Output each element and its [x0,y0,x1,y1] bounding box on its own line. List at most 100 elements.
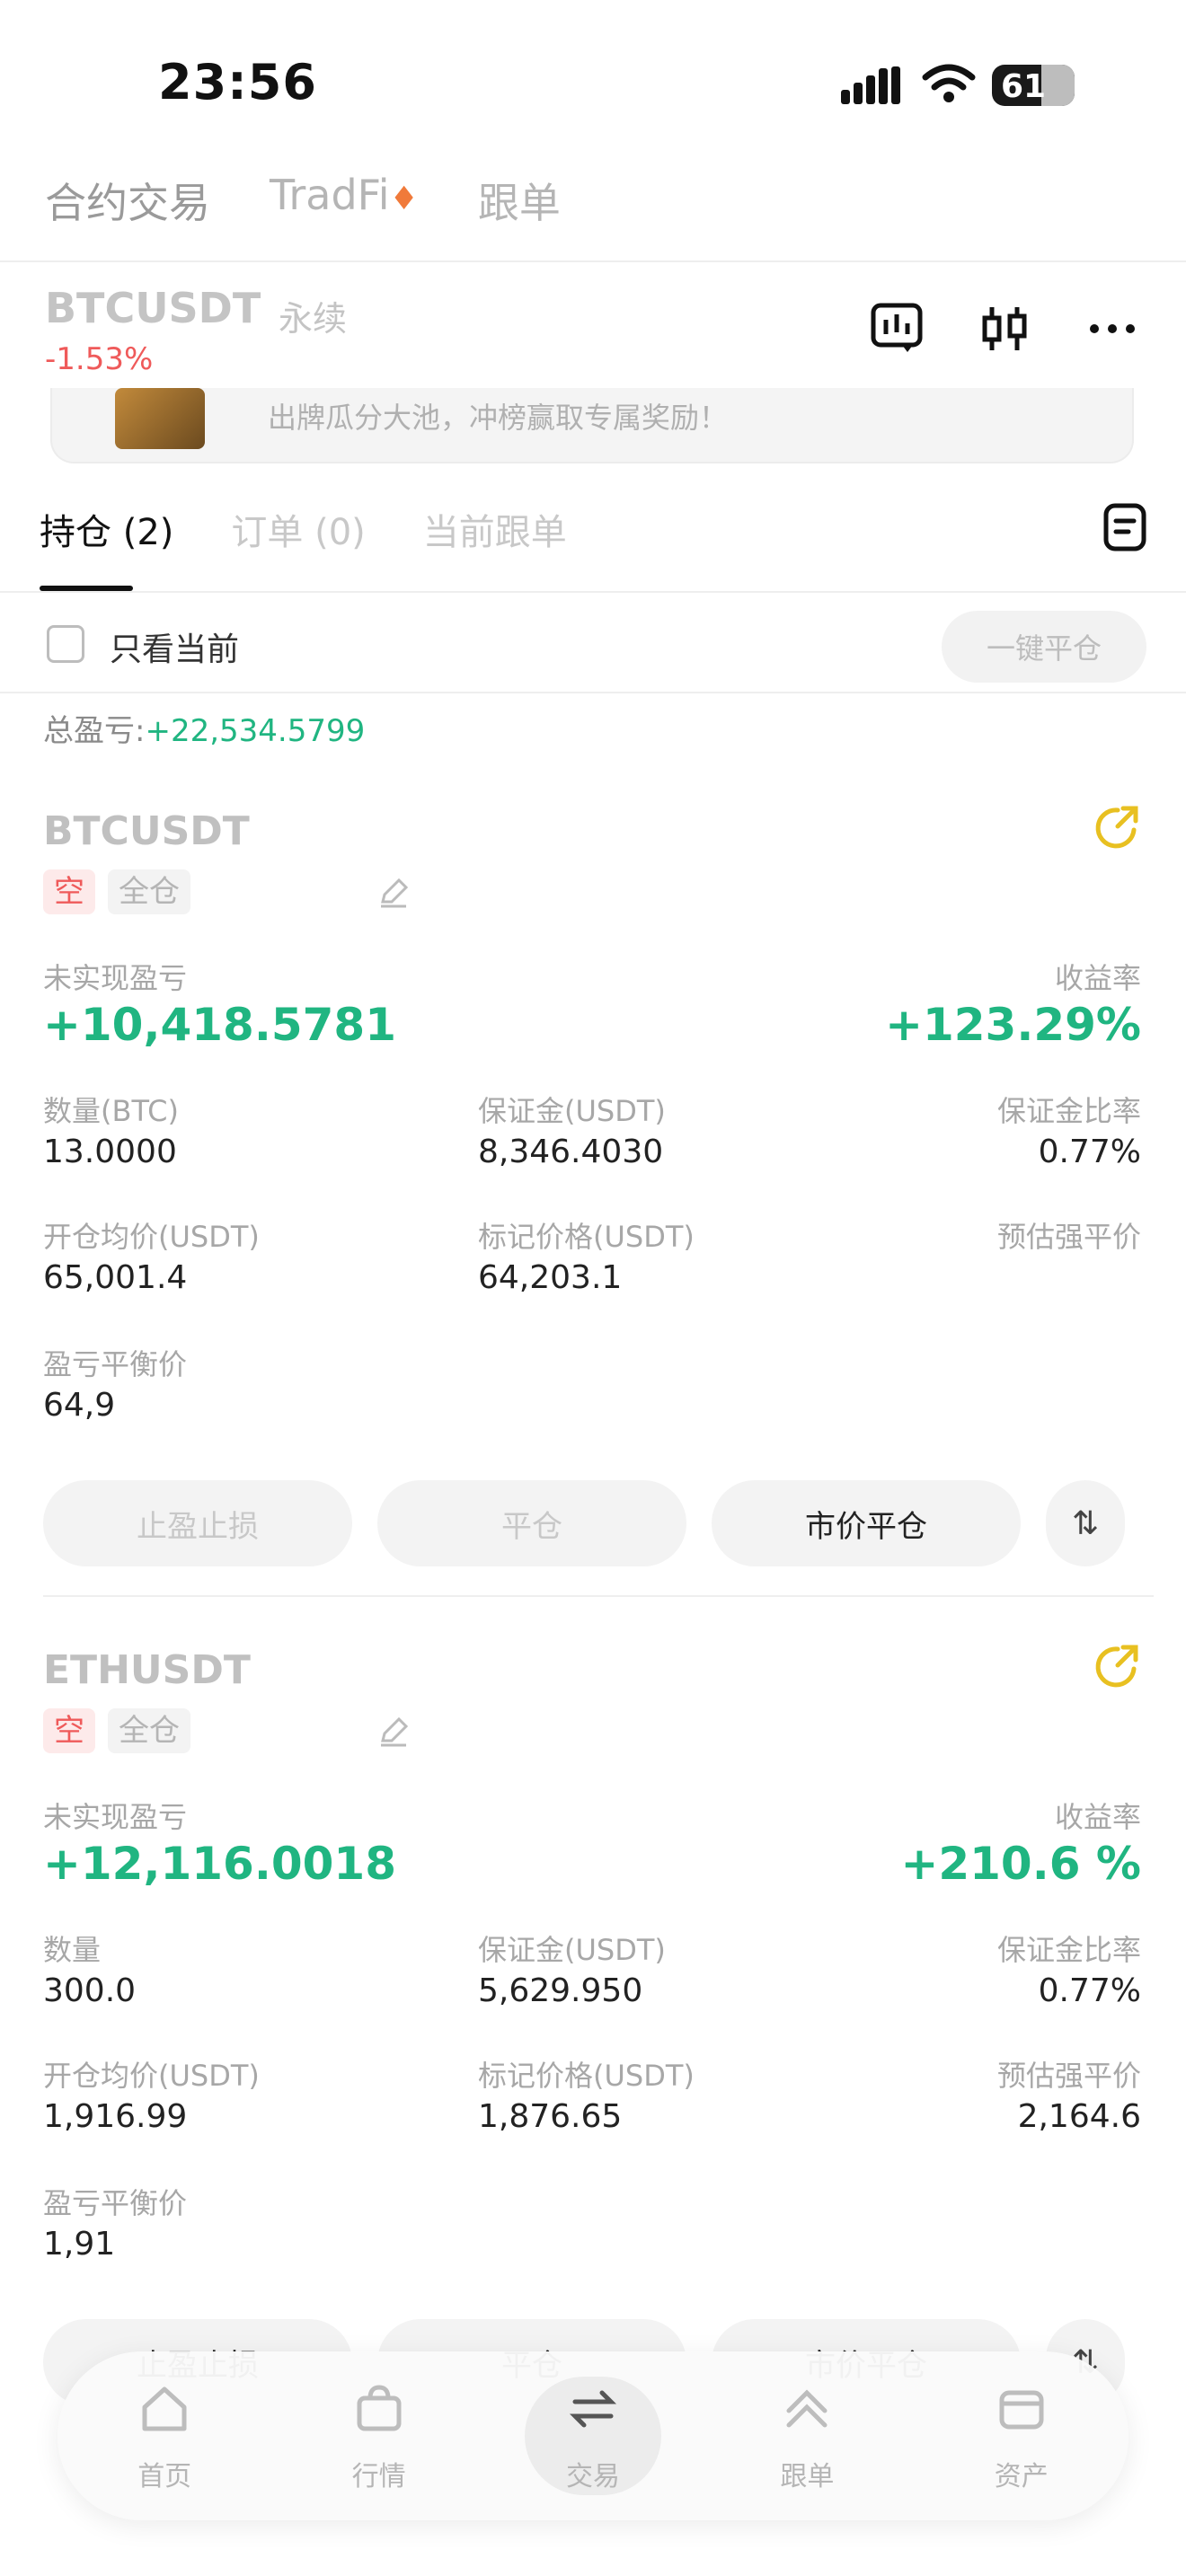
margin-value: 5,629.950 [478,1972,643,2009]
top-tabs: 合约交易 TradFi♦ 跟单 [45,171,561,243]
liq-price-value: 2,164.6 [1017,2098,1141,2135]
share-icon[interactable] [1093,803,1143,853]
entry-price-value: 1,916.99 [43,2098,188,2135]
position-actions: 止盈止损 平仓 市价平仓 ⇅ [43,1480,1154,1566]
nav-trade-label: 交易 [565,2461,620,2492]
roi-label: 收益率 [1054,1800,1141,1834]
page: 23:56 61 合约交易 TradFi♦ 跟单 BTCUSDT 永续 -1.5… [0,0,1186,2576]
breakeven-label: 盈亏平衡价 [43,1347,188,1381]
market-close-button[interactable]: 市价平仓 [712,1480,1021,1566]
margin-ratio-label: 保证金比率 [996,1094,1141,1128]
symbol-header: BTCUSDT 永续 -1.53% [45,284,1159,383]
tp-sl-button[interactable]: 止盈止损 [43,1480,352,1566]
wifi-icon [922,64,976,102]
tab-tradfi-label: TradFi [270,171,390,219]
position-title[interactable]: ETHUSDT [43,1647,251,1693]
liq-price-label: 预估强平价 [996,1220,1141,1254]
only-current-checkbox[interactable] [47,625,84,663]
entry-price-label: 开仓均价(USDT) [43,1220,260,1254]
breakeven-value: 1,91 [43,2226,116,2263]
bottom-nav: 首页 行情 交易 跟单 资产 [58,2351,1128,2520]
mark-price-label: 标记价格(USDT) [478,1220,695,1254]
wallet-icon [999,2390,1044,2430]
mark-price-value: 64,203.1 [478,1259,623,1296]
reverse-button[interactable]: ⇅ [1046,1480,1125,1566]
unrealized-pnl-value: +10,418.5781 [43,999,396,1051]
margin-label: 保证金(USDT) [478,1094,666,1128]
close-all-button[interactable]: 一键平仓 [942,611,1146,683]
status-time: 23:56 [158,54,317,110]
tab-copy-trading[interactable]: 跟单 [478,171,561,243]
tab-orders[interactable]: 订单 (0) [231,503,365,575]
chart-icon[interactable] [868,300,925,357]
unrealized-pnl-value: +12,116.0018 [43,1838,396,1890]
breakeven-label: 盈亏平衡价 [43,2186,188,2220]
header-divider [0,260,1186,262]
candlestick-icon[interactable] [976,300,1033,357]
entry-price-label: 开仓均价(USDT) [43,2059,260,2093]
nav-market[interactable]: 行情 [298,2364,460,2508]
position-tabs: 持仓 (2) 订单 (0) 当前跟单 [40,503,567,575]
margin-ratio-label: 保证金比率 [996,1933,1141,1967]
close-button[interactable]: 平仓 [377,1480,686,1566]
nav-copy[interactable]: 跟单 [726,2364,888,2508]
tab-current-copy[interactable]: 当前跟单 [423,503,567,575]
tab-futures[interactable]: 合约交易 [45,171,210,243]
side-tag: 空 [43,869,95,914]
nav-assets-label: 资产 [994,2461,1049,2492]
total-pnl-label: 总盈亏: [43,713,146,749]
roi-label: 收益率 [1054,961,1141,995]
market-icon [357,2385,402,2431]
quantity-label: 数量(BTC) [43,1094,179,1128]
mark-price-label: 标记价格(USDT) [478,2059,695,2093]
filter-divider [0,692,1186,693]
share-icon[interactable] [1093,1642,1143,1692]
side-tag: 空 [43,1708,95,1753]
unrealized-pnl-label: 未实现盈亏 [43,961,188,995]
nav-assets[interactable]: 资产 [941,2364,1102,2508]
entry-price-value: 65,001.4 [43,1259,188,1296]
promo-banner[interactable]: 出牌瓜分大池，冲榜赢取专属奖励！ [50,388,1134,463]
roi-value: +123.29% [885,999,1141,1051]
more-icon[interactable] [1084,300,1141,357]
home-icon [142,2386,187,2431]
edit-icon[interactable] [377,877,410,909]
nav-copy-label: 跟单 [780,2461,835,2492]
nav-trade[interactable]: 交易 [512,2364,674,2508]
banner-text: 出牌瓜分大池，冲榜赢取专属奖励！ [268,401,729,435]
filter-row: 只看当前 一键平仓 [40,607,1146,693]
total-pnl: 总盈亏:+22,534.5799 [43,706,365,750]
liq-price-label: 预估强平价 [996,2059,1141,2093]
battery-level: 61 [1000,68,1047,105]
breakeven-value: 64,9 [43,1387,116,1424]
symbol-change: -1.53% [45,341,154,377]
symbol-type: 永续 [279,299,348,339]
copy-icon [786,2389,828,2428]
quantity-value: 300.0 [43,1972,137,2009]
quantity-label: 数量 [43,1933,102,1967]
edit-icon[interactable] [377,1716,410,1748]
card-divider [43,1595,1154,1597]
nav-home[interactable]: 首页 [84,2364,245,2508]
unrealized-pnl-label: 未实现盈亏 [43,1800,188,1834]
tab-positions[interactable]: 持仓 (2) [40,503,173,575]
nav-home-label: 首页 [137,2461,192,2492]
mark-price-value: 1,876.65 [478,2098,623,2135]
margin-mode-tag: 全仓 [108,1708,190,1753]
tabs-divider [0,591,1186,593]
total-pnl-value: +22,534.5799 [145,713,366,749]
trade-icon [569,2390,617,2428]
battery-icon: 61 [992,65,1075,106]
symbol-name[interactable]: BTCUSDT [45,284,261,332]
nav-market-label: 行情 [351,2461,406,2492]
swap-icon: ⇅ [1071,1504,1100,1542]
status-bar: 23:56 61 [0,0,1186,135]
tab-tradfi[interactable]: TradFi♦ [270,171,419,243]
document-icon[interactable] [1103,503,1146,551]
banner-image [115,388,205,449]
flame-icon: ♦ [389,181,419,217]
position-title[interactable]: BTCUSDT [43,808,250,854]
margin-ratio-value: 0.77% [1038,1134,1141,1170]
quantity-value: 13.0000 [43,1134,177,1170]
margin-label: 保证金(USDT) [478,1933,666,1967]
